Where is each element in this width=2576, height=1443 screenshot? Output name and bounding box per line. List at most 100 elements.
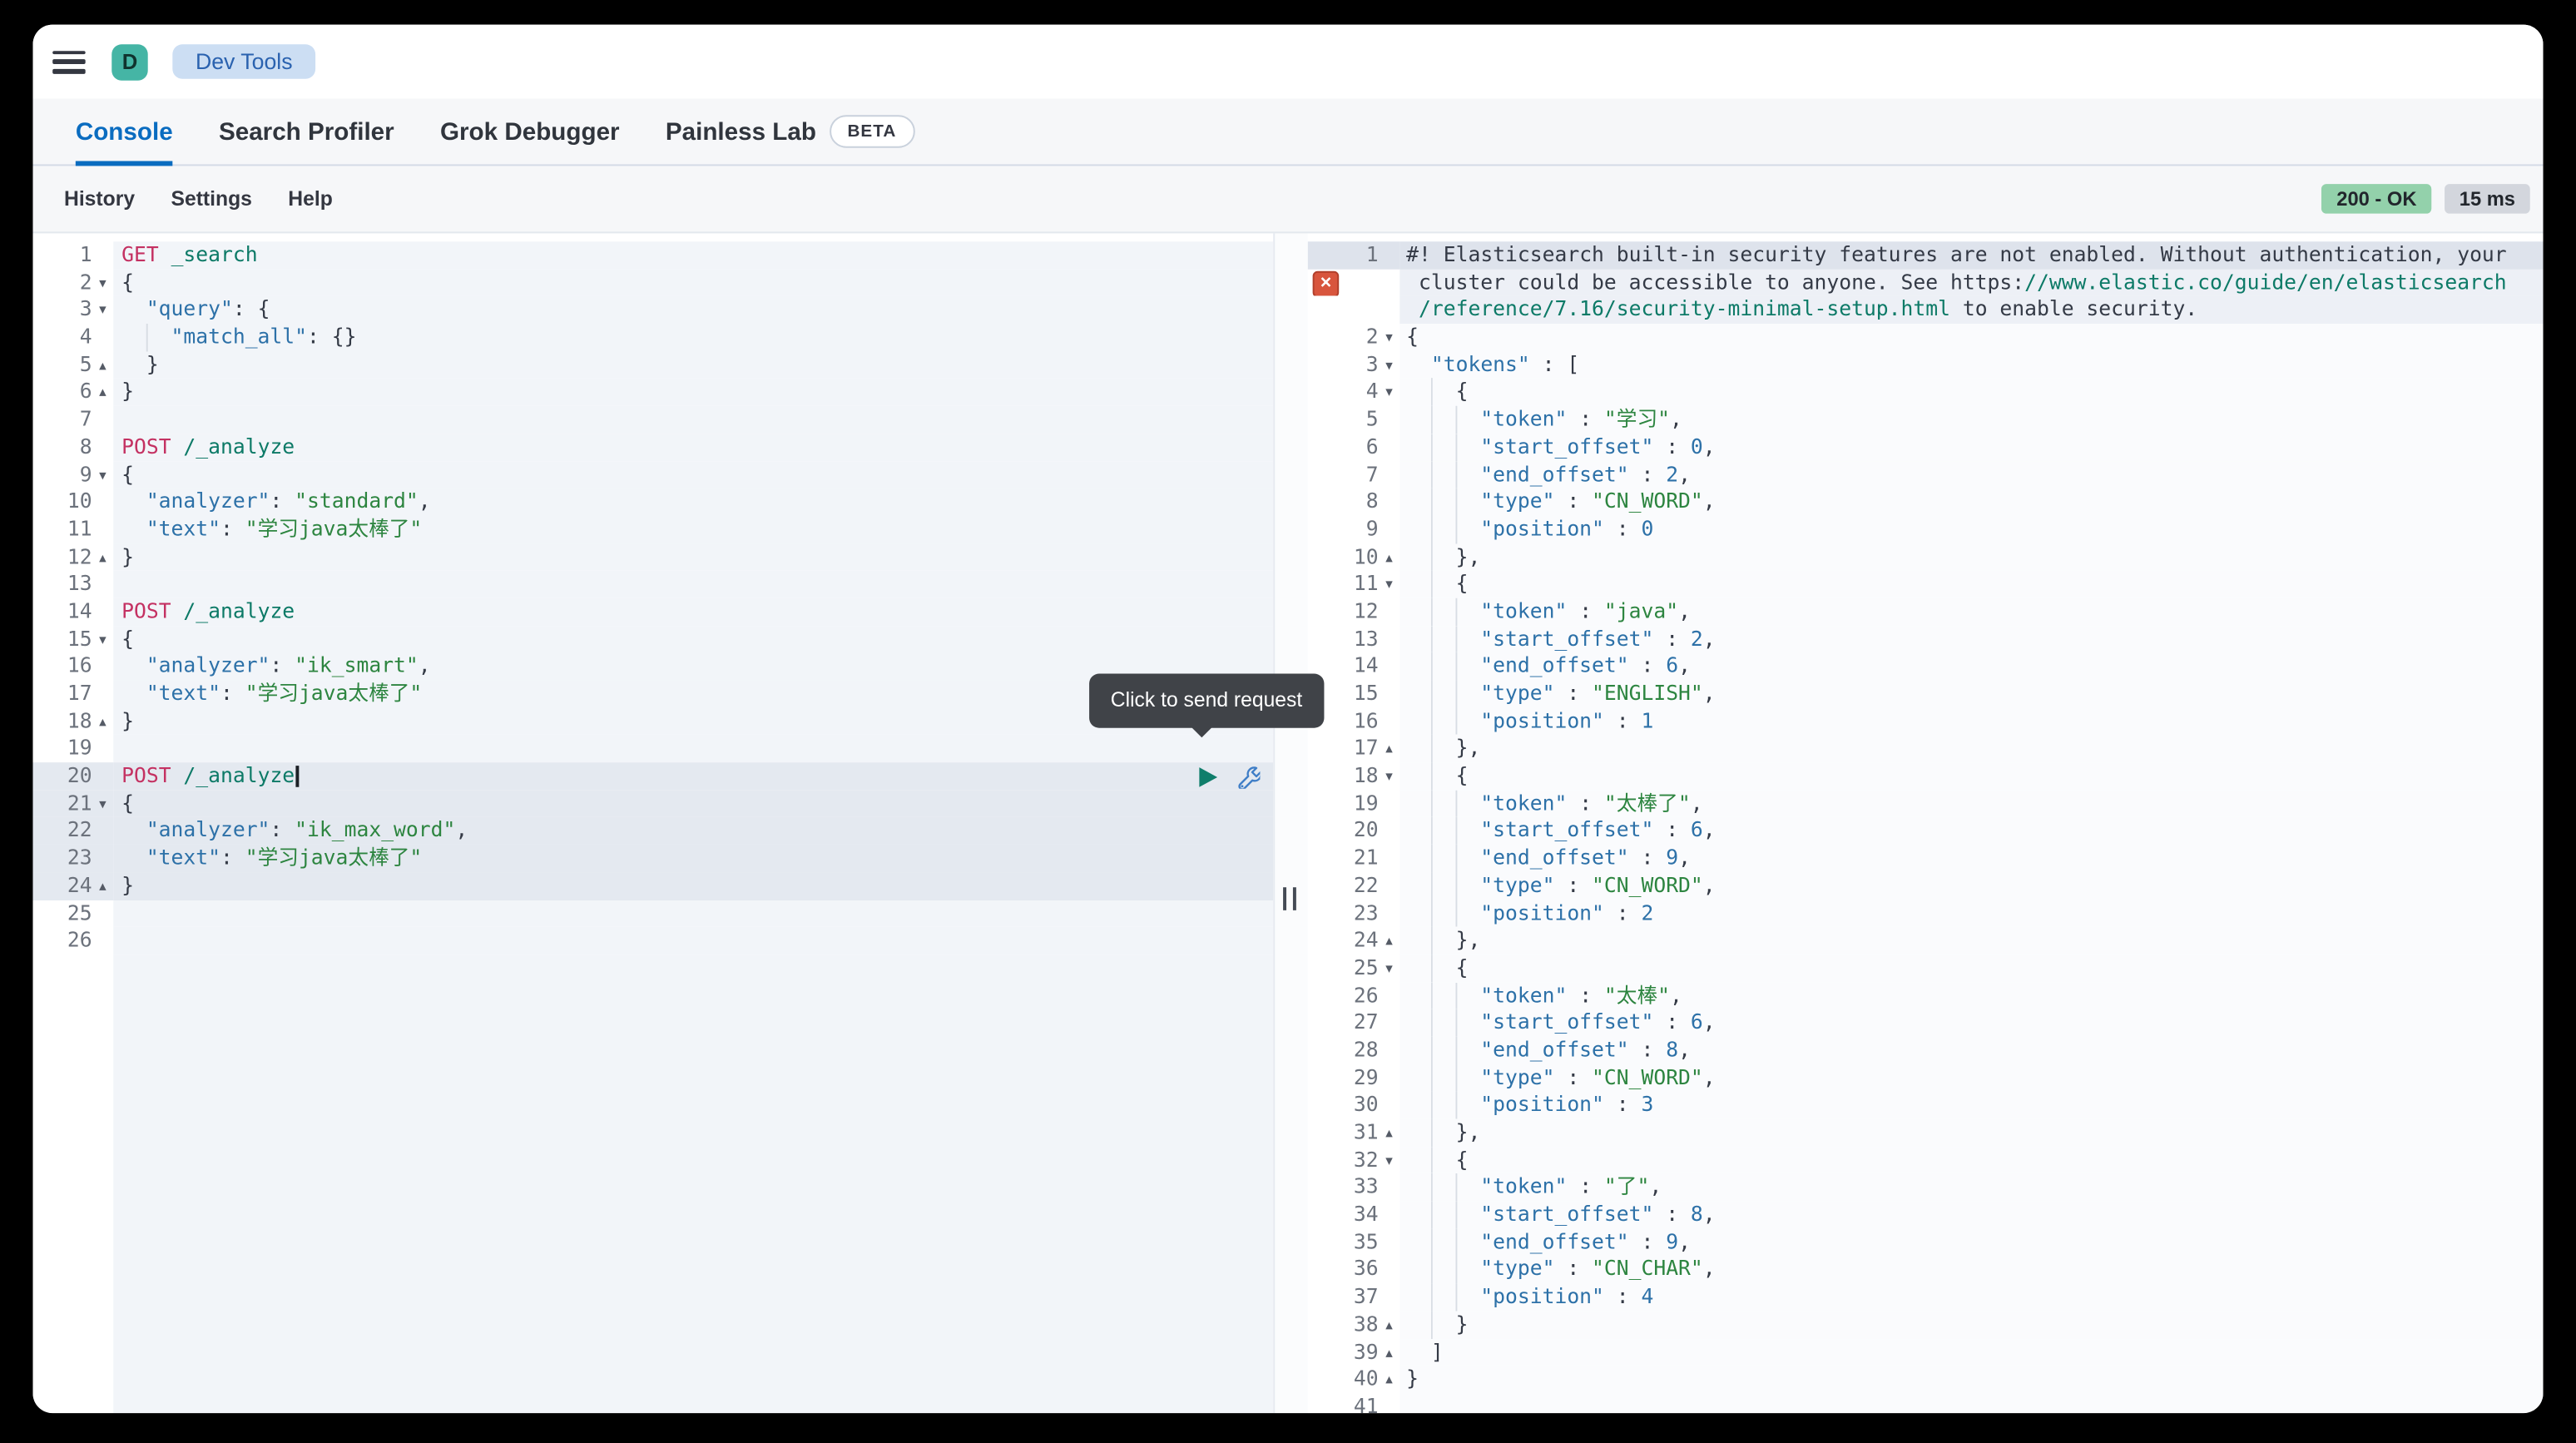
fold-toggle-icon[interactable]: ▴ <box>92 379 114 406</box>
breadcrumb[interactable]: Dev Tools <box>172 44 315 78</box>
request-line[interactable]: 21▾{ <box>32 790 1273 817</box>
tab-painless-lab[interactable]: Painless Lab <box>666 98 816 164</box>
fold-toggle-icon[interactable]: ▾ <box>1379 351 1400 379</box>
request-line[interactable]: 16 "analyzer": "ik_smart", <box>32 652 1273 680</box>
fold-toggle-icon[interactable]: ▴ <box>1379 927 1400 955</box>
request-line[interactable]: 8POST /_analyze <box>32 434 1273 461</box>
editor-empty-area[interactable] <box>32 955 1273 1413</box>
request-line[interactable]: 17 "text": "学习java太棒了" <box>32 680 1273 707</box>
request-line[interactable]: 7 <box>32 406 1273 434</box>
fold-toggle-icon[interactable]: ▴ <box>92 543 114 571</box>
code-text[interactable]: } <box>113 351 1273 379</box>
request-line[interactable]: 4 "match_all": {} <box>32 324 1273 351</box>
response-viewer[interactable]: 1#! Elasticsearch built-in security feat… <box>1308 233 2544 1413</box>
fold-toggle-icon[interactable]: ▴ <box>92 872 114 900</box>
line-gutter: 4 <box>32 324 113 351</box>
code-text[interactable]: POST /_analyze <box>113 434 1273 461</box>
code-text[interactable] <box>113 571 1273 598</box>
code-token: : <box>1604 1283 1642 1308</box>
request-line[interactable]: 10 "analyzer": "standard", <box>32 488 1273 516</box>
hamburger-menu-icon[interactable] <box>52 50 85 73</box>
pane-divider[interactable] <box>1273 233 1307 1413</box>
request-line[interactable]: 18▴} <box>32 707 1273 735</box>
fold-toggle-icon[interactable]: ▴ <box>1379 735 1400 762</box>
code-text[interactable]: "text": "学习java太棒了" <box>113 516 1273 543</box>
fold-toggle-icon[interactable]: ▾ <box>92 269 114 296</box>
code-text[interactable]: POST /_analyze <box>113 598 1273 626</box>
code-text[interactable]: POST /_analyze <box>113 762 1273 790</box>
fold-toggle-icon[interactable]: ▴ <box>92 351 114 379</box>
request-line[interactable]: 22 "analyzer": "ik_max_word", <box>32 817 1273 845</box>
code-text[interactable]: { <box>113 461 1273 488</box>
resize-handle-icon[interactable] <box>1283 887 1296 910</box>
wrench-icon[interactable] <box>1236 764 1261 789</box>
fold-spacer <box>1379 1201 1400 1228</box>
code-text[interactable]: "analyzer": "standard", <box>113 488 1273 516</box>
fold-toggle-icon[interactable]: ▾ <box>1379 955 1400 982</box>
line-gutter: 1 <box>32 241 113 269</box>
code-text[interactable]: } <box>113 872 1273 900</box>
fold-toggle-icon[interactable]: ▴ <box>1379 1338 1400 1366</box>
settings-menu[interactable]: Settings <box>171 187 252 211</box>
fold-toggle-icon[interactable]: ▾ <box>92 790 114 817</box>
tab-console[interactable]: Console <box>76 98 173 164</box>
request-line[interactable]: 24▴} <box>32 872 1273 900</box>
code-text[interactable]: "match_all": {} <box>113 324 1273 351</box>
request-line[interactable]: 25 <box>32 900 1273 927</box>
request-line[interactable]: 26 <box>32 927 1273 955</box>
code-text[interactable]: } <box>113 379 1273 406</box>
code-text[interactable]: { <box>113 269 1273 296</box>
request-line[interactable]: 9▾{ <box>32 461 1273 488</box>
code-text[interactable] <box>113 927 1273 955</box>
fold-toggle-icon[interactable]: ▴ <box>92 707 114 735</box>
code-text[interactable]: } <box>113 543 1273 571</box>
request-line[interactable]: 20POST /_analyze <box>32 762 1273 790</box>
code-token: 1 <box>1641 707 1653 732</box>
request-line[interactable]: 14POST /_analyze <box>32 598 1273 626</box>
fold-toggle-icon[interactable]: ▴ <box>1379 1366 1400 1393</box>
request-line[interactable]: 23 "text": "学习java太棒了" <box>32 845 1273 872</box>
request-line[interactable]: 12▴} <box>32 543 1273 571</box>
line-gutter: 24▴ <box>32 872 113 900</box>
fold-toggle-icon[interactable]: ▾ <box>1379 571 1400 598</box>
request-line[interactable]: 3▾ "query": { <box>32 296 1273 324</box>
code-text[interactable] <box>113 735 1273 762</box>
tab-grok-debugger[interactable]: Grok Debugger <box>440 98 620 164</box>
space-avatar[interactable]: D <box>111 43 147 79</box>
request-line[interactable]: 1GET _search <box>32 241 1273 269</box>
code-token: } <box>1456 1311 1469 1336</box>
code-text[interactable]: "text": "学习java太棒了" <box>113 845 1273 872</box>
request-line[interactable]: 5▴ } <box>32 351 1273 379</box>
fold-toggle-icon[interactable]: ▴ <box>1379 1119 1400 1147</box>
request-line[interactable]: 19 <box>32 735 1273 762</box>
code-text[interactable] <box>113 406 1273 434</box>
fold-toggle-icon[interactable]: ▾ <box>92 461 114 488</box>
code-text[interactable]: "analyzer": "ik_max_word", <box>113 817 1273 845</box>
request-editor[interactable]: 1GET _search2▾{3▾ "query": {4 "match_all… <box>32 233 1273 1413</box>
request-line[interactable]: 13 <box>32 571 1273 598</box>
help-menu[interactable]: Help <box>288 187 332 211</box>
history-menu[interactable]: History <box>64 187 135 211</box>
fold-toggle-icon[interactable]: ▾ <box>1379 379 1400 406</box>
send-request-button[interactable] <box>1199 766 1217 786</box>
code-token: 2 <box>1641 900 1653 925</box>
code-text[interactable] <box>113 900 1273 927</box>
request-line[interactable]: 6▴} <box>32 379 1273 406</box>
code-text[interactable]: { <box>113 626 1273 653</box>
fold-toggle-icon[interactable]: ▾ <box>92 626 114 653</box>
fold-toggle-icon[interactable]: ▴ <box>1379 1311 1400 1338</box>
indent-space <box>1406 269 1419 296</box>
fold-toggle-icon[interactable]: ▾ <box>1379 1147 1400 1174</box>
fold-toggle-icon[interactable]: ▾ <box>92 296 114 324</box>
fold-toggle-icon[interactable]: ▾ <box>1379 762 1400 790</box>
request-line[interactable]: 15▾{ <box>32 626 1273 653</box>
code-text[interactable]: GET _search <box>113 241 1273 269</box>
fold-toggle-icon[interactable]: ▾ <box>1379 324 1400 351</box>
tab-search-profiler[interactable]: Search Profiler <box>219 98 394 164</box>
code-text[interactable]: "query": { <box>113 296 1273 324</box>
request-line[interactable]: 2▾{ <box>32 269 1273 296</box>
response-line: 12 "token" : "java", <box>1308 598 2544 626</box>
code-text[interactable]: { <box>113 790 1273 817</box>
fold-toggle-icon[interactable]: ▴ <box>1379 543 1400 571</box>
request-line[interactable]: 11 "text": "学习java太棒了" <box>32 516 1273 543</box>
